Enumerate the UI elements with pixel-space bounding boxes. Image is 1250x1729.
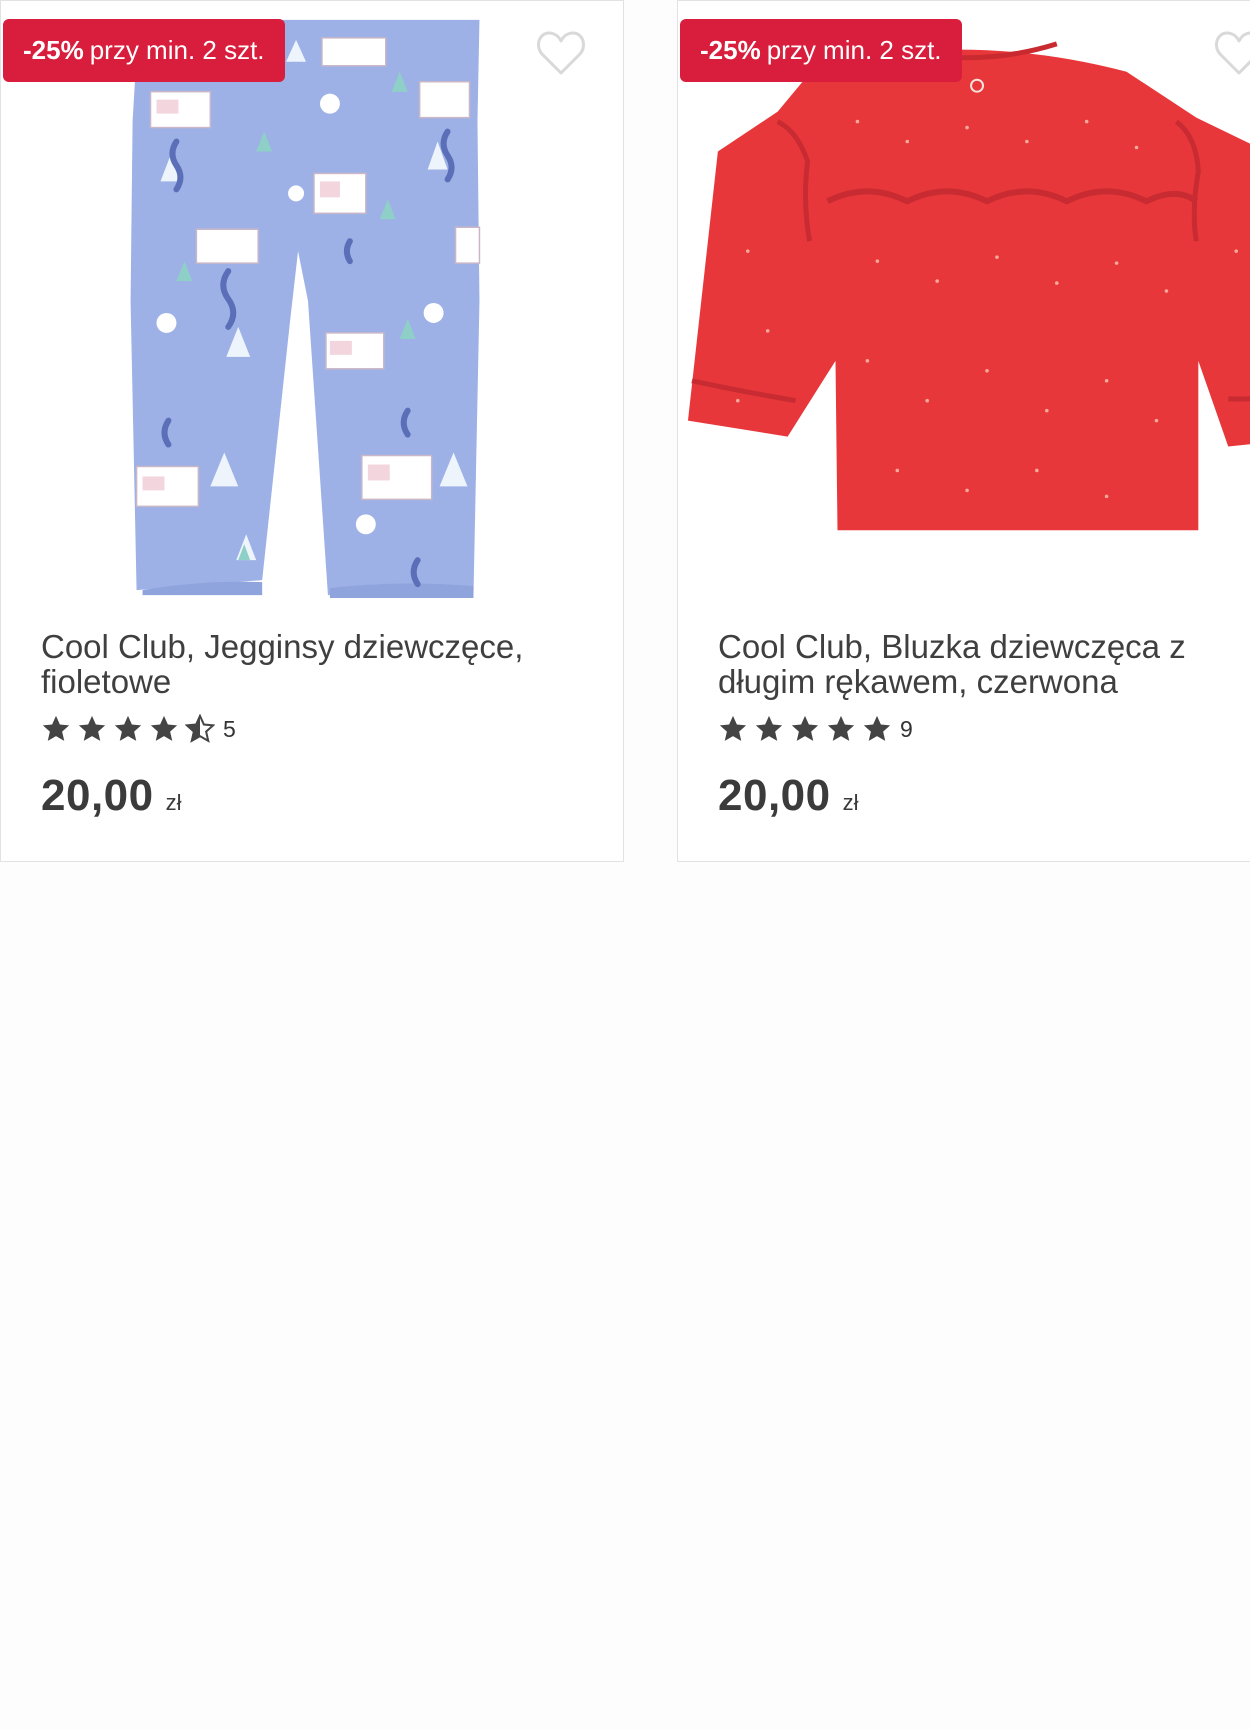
product-image[interactable] <box>678 1 1250 611</box>
rating-stars <box>41 714 221 744</box>
star-icon <box>863 715 891 741</box>
promo-badge: -25% przy min. 2 szt. <box>3 19 285 82</box>
product-image[interactable] <box>1 1 623 611</box>
product-card[interactable]: -25% przy min. 2 szt. Cool Club, Jeggins… <box>0 0 624 862</box>
rating-count: 9 <box>900 715 913 742</box>
price-currency: zł <box>842 790 859 815</box>
star-half-icon <box>185 714 215 743</box>
product-card[interactable]: -25% przy min. 2 szt. Cool Club, Bluzka … <box>677 0 1250 862</box>
rating-count: 5 <box>223 715 236 742</box>
star-icon <box>78 715 106 741</box>
star-icon <box>791 715 819 741</box>
product-price: 20,00 zł <box>41 771 182 821</box>
star-icon <box>150 715 178 741</box>
promo-percent: -25% <box>23 35 84 65</box>
star-icon <box>719 715 747 741</box>
favorite-button[interactable] <box>536 29 586 77</box>
promo-text: przy min. 2 szt. <box>89 35 265 65</box>
product-title[interactable]: Cool Club, Bluzka dziewczęca z długim rę… <box>718 629 1250 699</box>
heart-outline-icon <box>1215 31 1250 75</box>
promo-percent: -25% <box>700 35 761 65</box>
rating-stars <box>718 714 898 744</box>
heart-outline-icon <box>537 31 585 75</box>
product-title[interactable]: Cool Club, Jegginsy dziewczęce, fioletow… <box>41 629 601 699</box>
product-price: 20,00 zł <box>718 771 859 821</box>
promo-badge: -25% przy min. 2 szt. <box>680 19 962 82</box>
product-rating: 9 <box>718 714 913 744</box>
star-icon <box>827 715 855 741</box>
star-icon <box>114 715 142 741</box>
product-rating: 5 <box>41 714 236 744</box>
star-icon <box>42 715 70 741</box>
product-grid: -25% przy min. 2 szt. Cool Club, Jeggins… <box>0 0 1250 1729</box>
price-value: 20,00 <box>718 771 831 820</box>
favorite-button[interactable] <box>1214 29 1250 77</box>
price-value: 20,00 <box>41 771 154 820</box>
price-currency: zł <box>165 790 182 815</box>
star-icon <box>755 715 783 741</box>
promo-text: przy min. 2 szt. <box>766 35 942 65</box>
